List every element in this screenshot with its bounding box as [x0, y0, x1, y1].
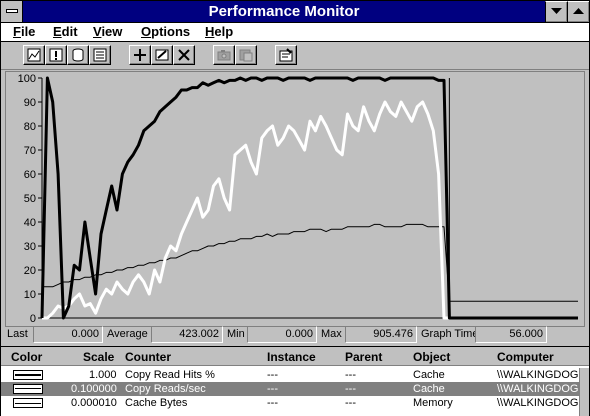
maximize-arrow-icon	[573, 8, 584, 14]
max-value: 905.476	[345, 326, 417, 343]
menu-options[interactable]: Options	[141, 24, 190, 39]
bookmark-button[interactable]	[235, 45, 257, 65]
chart-view-button[interactable]	[23, 45, 45, 65]
maximize-button[interactable]	[567, 1, 589, 22]
legend-row[interactable]: 1.000 Copy Read Hits % --- --- Cache \\W…	[1, 368, 589, 382]
last-label: Last	[7, 328, 28, 340]
y-tick-label: 20	[24, 265, 36, 277]
legend-object: Memory	[413, 397, 453, 409]
menu-edit[interactable]: Edit	[53, 24, 78, 39]
chart-svg: 1009080706050403020100	[18, 73, 578, 325]
legend-counter: Cache Bytes	[125, 397, 188, 409]
options-icon	[279, 48, 293, 62]
log-view-icon	[72, 48, 84, 62]
legend-row[interactable]: 0.100000 Copy Reads/sec --- --- Cache \\…	[1, 382, 589, 396]
y-tick-label: 0	[30, 313, 36, 325]
system-menu-icon	[6, 9, 18, 13]
legend-object: Cache	[413, 383, 445, 395]
toolbar	[1, 42, 589, 70]
report-view-button[interactable]	[89, 45, 111, 65]
y-tick-label: 70	[24, 145, 36, 157]
delete-counter-button[interactable]	[173, 45, 195, 65]
legend-header-scale: Scale	[83, 350, 115, 364]
legend-object: Cache	[413, 369, 445, 381]
menu-help[interactable]: Help	[205, 24, 233, 39]
y-tick-label: 40	[24, 217, 36, 229]
average-value: 423.002	[151, 326, 223, 343]
delete-x-icon	[178, 49, 190, 61]
legend-computer: \\WALKINGDOG	[497, 397, 579, 409]
legend-header-color: Color	[11, 350, 43, 364]
legend-counter: Copy Read Hits %	[125, 369, 215, 381]
y-tick-label: 100	[18, 73, 36, 85]
menu-bar: File Edit View Options Help	[1, 23, 589, 42]
legend-swatch	[13, 398, 43, 408]
minimize-button[interactable]	[545, 1, 567, 22]
legend-header-counter: Counter	[125, 350, 171, 364]
chart-area[interactable]: 100 90 80 70 60 50 40 30 20 10 0	[5, 71, 585, 327]
add-counter-button[interactable]	[129, 45, 151, 65]
y-tick-label: 90	[24, 97, 36, 109]
legend-instance: ---	[267, 383, 278, 395]
y-tick-label: 80	[24, 121, 36, 133]
legend-header-object: Object	[413, 350, 451, 364]
legend-instance: ---	[267, 369, 278, 381]
series-line-copy-read-hits	[40, 76, 578, 320]
minimize-arrow-icon	[551, 8, 562, 14]
graph-time-value: 56.000	[475, 326, 547, 343]
edit-counter-button[interactable]	[151, 45, 173, 65]
bookmark-icon	[239, 49, 253, 62]
performance-monitor-window: Performance Monitor File Edit View Optio…	[0, 0, 590, 416]
y-tick-label: 30	[24, 241, 36, 253]
legend-parent: ---	[345, 397, 356, 409]
graph-time-label: Graph Time	[421, 328, 479, 340]
min-value: 0.000	[247, 326, 317, 343]
legend-computer: \\WALKINGDOG	[497, 383, 579, 395]
legend-row[interactable]: 0.000010 Cache Bytes --- --- Memory \\WA…	[1, 396, 589, 410]
window-title: Performance Monitor	[208, 3, 360, 20]
alert-view-icon	[49, 48, 63, 62]
legend-scale: 1.000	[89, 369, 117, 381]
report-view-icon	[93, 48, 107, 62]
y-tick-label: 50	[24, 193, 36, 205]
legend-swatch	[13, 370, 43, 380]
legend-counter: Copy Reads/sec	[125, 383, 206, 395]
title-bar[interactable]: Performance Monitor	[1, 1, 589, 23]
menu-view[interactable]: View	[93, 24, 122, 39]
legend-header-instance: Instance	[267, 350, 316, 364]
legend-swatch	[13, 384, 43, 394]
update-now-button[interactable]	[213, 45, 235, 65]
y-tick-label: 60	[24, 169, 36, 181]
options-button[interactable]	[275, 45, 297, 65]
value-bar: Last 0.000 Average 423.002 Min 0.000 Max…	[1, 325, 589, 345]
y-tick-label: 10	[24, 289, 36, 301]
legend-scrollbar[interactable]	[579, 368, 589, 416]
log-view-button[interactable]	[67, 45, 89, 65]
max-label: Max	[321, 328, 342, 340]
legend-header-computer: Computer	[497, 350, 554, 364]
legend-parent: ---	[345, 383, 356, 395]
legend-header: Color Scale Counter Instance Parent Obje…	[1, 347, 589, 366]
legend-computer: \\WALKINGDOG	[497, 369, 579, 381]
legend-scale: 0.000010	[71, 397, 117, 409]
plus-icon	[134, 49, 146, 61]
legend: Color Scale Counter Instance Parent Obje…	[1, 346, 589, 416]
min-label: Min	[227, 328, 245, 340]
alert-view-button[interactable]	[45, 45, 67, 65]
legend-instance: ---	[267, 397, 278, 409]
menu-file[interactable]: File	[13, 24, 35, 39]
series-line-copy-reads-sec	[42, 100, 578, 320]
system-menu-button[interactable]	[1, 1, 23, 22]
chart-view-icon	[27, 48, 41, 62]
camera-icon	[217, 50, 231, 61]
average-label: Average	[107, 328, 148, 340]
legend-parent: ---	[345, 369, 356, 381]
legend-scale: 0.100000	[71, 383, 117, 395]
last-value: 0.000	[33, 326, 103, 343]
edit-icon	[155, 49, 169, 61]
legend-header-parent: Parent	[345, 350, 383, 364]
